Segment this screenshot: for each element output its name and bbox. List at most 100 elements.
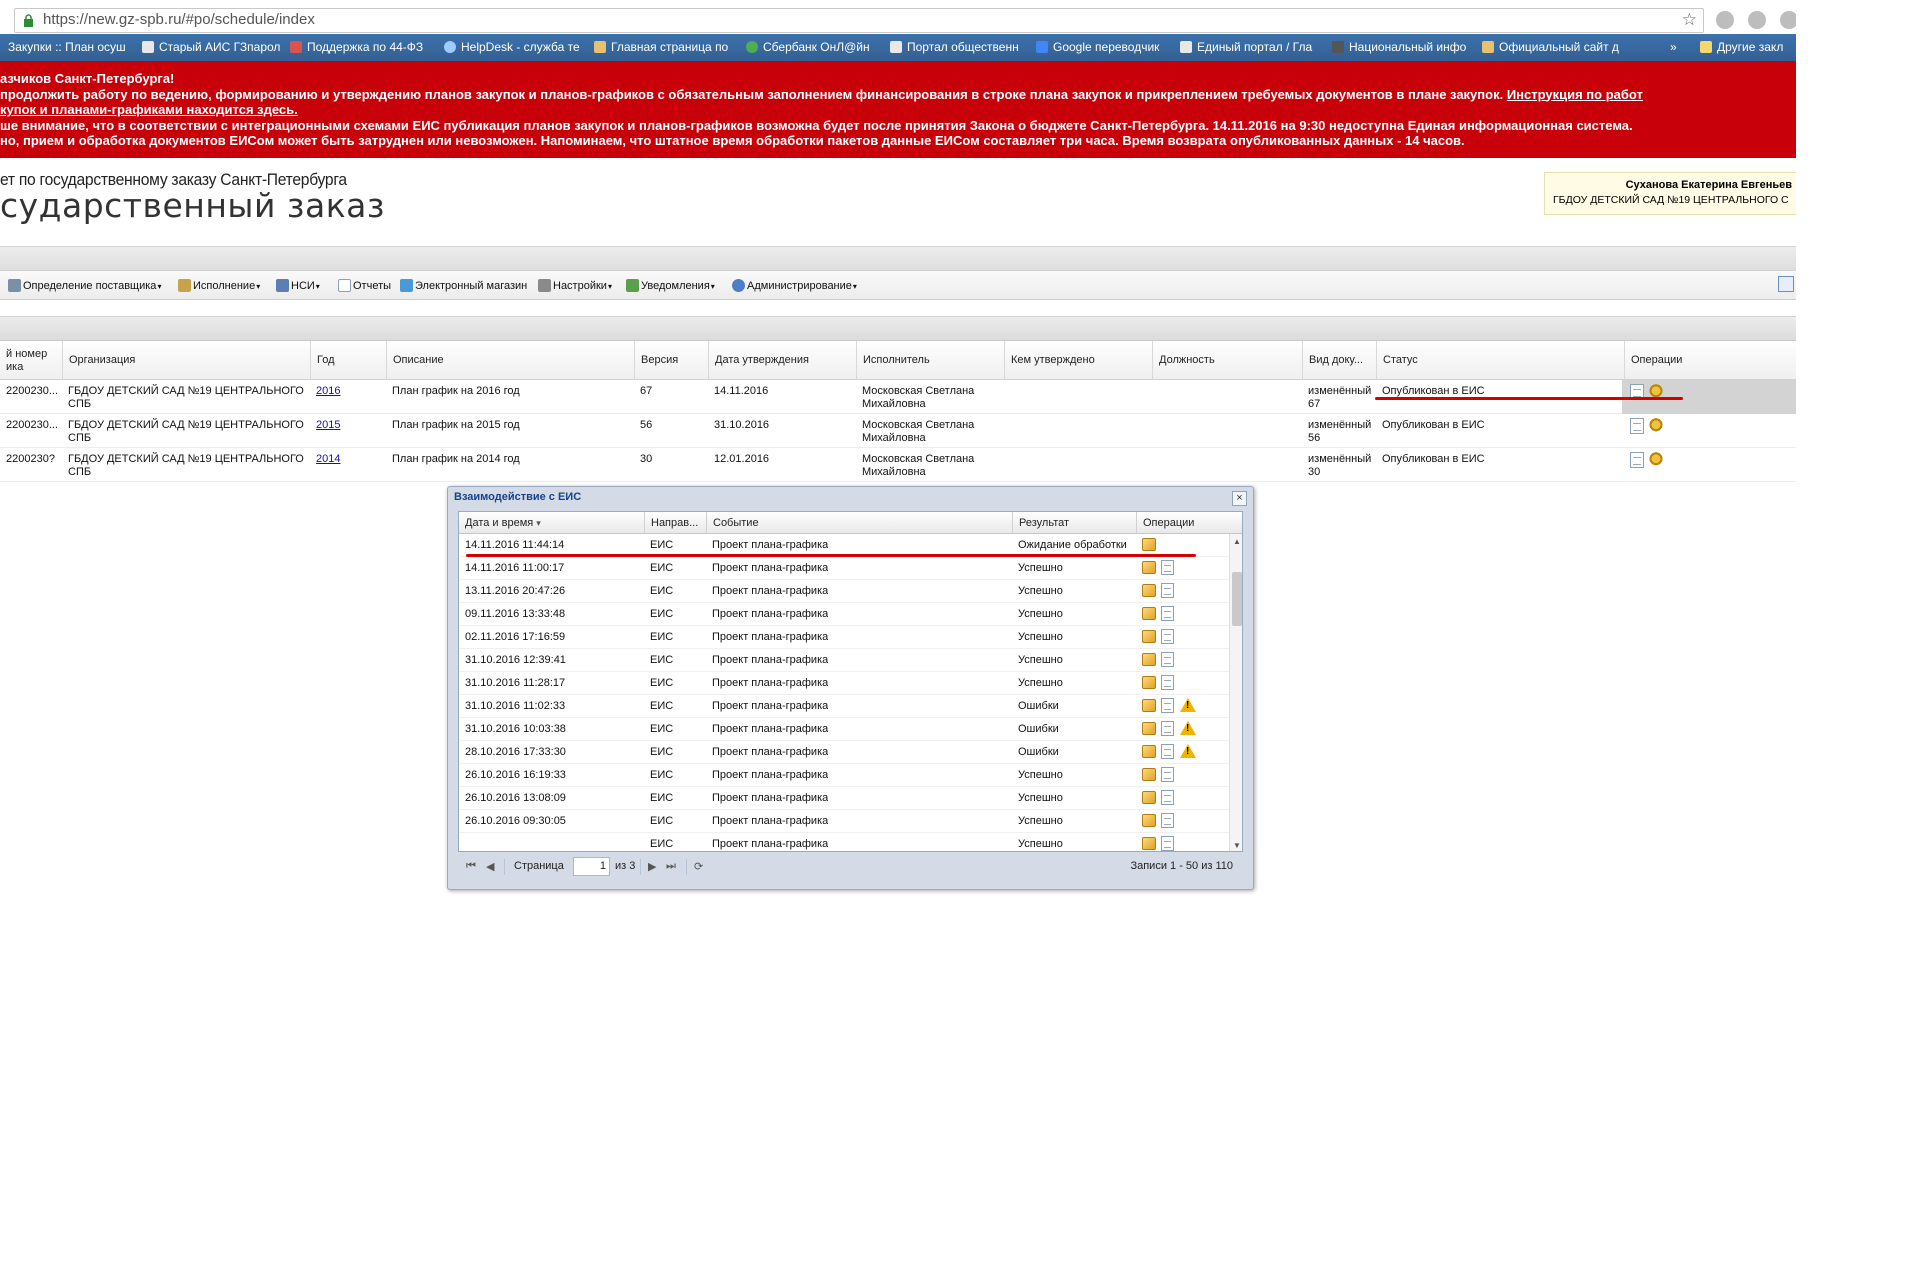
address-bar[interactable]: https://new.gz-spb.ru/#po/schedule/index… <box>14 8 1704 33</box>
list-item[interactable]: 31.10.2016 11:28:17 ЕИС Проект плана-графи… <box>459 672 1229 695</box>
column-header-result[interactable]: Результат <box>1012 512 1136 534</box>
package-icon[interactable] <box>1142 584 1156 597</box>
year-link[interactable]: 2016 <box>316 385 340 397</box>
document-icon[interactable] <box>1161 767 1174 782</box>
column-header-year[interactable]: Год <box>310 341 386 380</box>
emblem-icon[interactable] <box>1649 452 1663 467</box>
extension-icon[interactable] <box>1748 11 1766 29</box>
column-header-status[interactable]: Статус <box>1376 341 1624 380</box>
bookmark-item[interactable]: Закупки :: План осуш <box>8 40 126 54</box>
profile-icon[interactable] <box>1780 11 1796 29</box>
document-icon[interactable] <box>1161 790 1174 805</box>
list-item[interactable]: 28.10.2016 17:33:30 ЕИС Проект плана-графи… <box>459 741 1229 764</box>
package-icon[interactable] <box>1142 768 1156 781</box>
column-header-organization[interactable]: Организация <box>62 341 310 380</box>
bookmark-item[interactable]: Портал общественн <box>890 40 1019 54</box>
bookmark-star-icon[interactable]: ☆ <box>1682 10 1697 30</box>
menu-notifications[interactable]: Уведомления▾ <box>626 279 715 292</box>
package-icon[interactable] <box>1142 538 1156 551</box>
column-header-version[interactable]: Версия <box>634 341 708 380</box>
bookmark-item[interactable]: Google переводчик <box>1036 40 1159 54</box>
column-header-doc-type[interactable]: Вид доку... <box>1302 341 1376 380</box>
list-item[interactable]: 09.11.2016 13:33:48 ЕИС Проект плана-графи… <box>459 603 1229 626</box>
package-icon[interactable] <box>1142 607 1156 620</box>
menu-settings[interactable]: Настройки▾ <box>538 279 612 292</box>
next-page-icon[interactable]: ▶ <box>648 860 656 873</box>
document-icon[interactable] <box>1161 652 1174 667</box>
document-icon[interactable] <box>1161 560 1174 575</box>
column-header-position[interactable]: Должность <box>1152 341 1302 380</box>
package-icon[interactable] <box>1142 630 1156 643</box>
prev-page-icon[interactable]: ◀ <box>486 860 494 873</box>
table-row[interactable]: 2200230? ГБДОУ ДЕТСКИЙ САД №19 ЦЕНТРАЛЬН… <box>0 448 1796 482</box>
last-page-icon[interactable]: ⏭ <box>666 860 676 873</box>
year-link[interactable]: 2014 <box>316 453 340 465</box>
bookmark-item[interactable]: Сбербанк ОнЛ@йн <box>746 40 870 54</box>
package-icon[interactable] <box>1142 653 1156 666</box>
bookmark-item[interactable]: Поддержка по 44-ФЗ <box>290 40 423 54</box>
table-row[interactable]: 2200230... ГБДОУ ДЕТСКИЙ САД №19 ЦЕНТРАЛ… <box>0 414 1796 448</box>
document-icon[interactable] <box>1161 675 1174 690</box>
document-icon[interactable] <box>1161 836 1174 851</box>
column-header-direction[interactable]: Направ... <box>644 512 706 534</box>
scroll-up-icon[interactable]: ▲ <box>1233 537 1241 546</box>
warning-icon[interactable] <box>1180 744 1196 758</box>
document-icon[interactable] <box>1161 606 1174 621</box>
bookmarks-more-button[interactable]: » <box>1670 40 1677 54</box>
list-item[interactable]: 26.10.2016 13:08:09 ЕИС Проект плана-графи… <box>459 787 1229 810</box>
document-icon[interactable] <box>1161 721 1174 736</box>
document-icon[interactable] <box>1630 418 1644 434</box>
menu-nsi[interactable]: НСИ▾ <box>276 279 320 292</box>
close-icon[interactable]: × <box>1232 491 1247 506</box>
document-icon[interactable] <box>1161 813 1174 828</box>
list-item[interactable]: 02.11.2016 17:16:59 ЕИС Проект плана-графи… <box>459 626 1229 649</box>
column-header-datetime[interactable]: Дата и время ▾ <box>459 512 644 534</box>
menu-supplier-selection[interactable]: Определение поставщика▾ <box>8 279 161 292</box>
column-header-event[interactable]: Событие <box>706 512 1012 534</box>
column-header-operations[interactable]: Операции <box>1136 512 1229 534</box>
package-icon[interactable] <box>1142 837 1156 850</box>
list-item[interactable]: 31.10.2016 11:02:33 ЕИС Проект плана-графи… <box>459 695 1229 718</box>
package-icon[interactable] <box>1142 676 1156 689</box>
export-icon[interactable] <box>1778 276 1794 292</box>
package-icon[interactable] <box>1142 561 1156 574</box>
warning-icon[interactable] <box>1180 721 1196 735</box>
document-icon[interactable] <box>1161 744 1174 759</box>
list-item[interactable]: 31.10.2016 10:03:38 ЕИС Проект плана-графи… <box>459 718 1229 741</box>
package-icon[interactable] <box>1142 745 1156 758</box>
list-item[interactable]: 26.10.2016 09:30:05 ЕИС Проект плана-графи… <box>459 810 1229 833</box>
vertical-scrollbar[interactable]: ▲ ▼ <box>1229 534 1242 851</box>
list-item[interactable]: 13.11.2016 20:47:26 ЕИС Проект плана-графи… <box>459 580 1229 603</box>
column-header-approved-by[interactable]: Кем утверждено <box>1004 341 1152 380</box>
other-bookmarks[interactable]: Другие закл <box>1700 40 1783 54</box>
bookmark-item[interactable]: Официальный сайт д <box>1482 40 1619 54</box>
scroll-down-icon[interactable]: ▼ <box>1233 841 1241 850</box>
bookmark-item[interactable]: Национальный инфо <box>1332 40 1466 54</box>
bookmark-item[interactable]: HelpDesk - служба те <box>444 40 580 54</box>
extension-icon[interactable] <box>1716 11 1734 29</box>
menu-execution[interactable]: Исполнение▾ <box>178 279 260 292</box>
menu-reports[interactable]: Отчеты <box>338 279 391 292</box>
document-icon[interactable] <box>1161 629 1174 644</box>
column-header-operations[interactable]: Операции <box>1624 341 1796 380</box>
column-header-number[interactable]: й номер ика <box>0 341 62 380</box>
first-page-icon[interactable]: ⏮ <box>466 860 476 873</box>
column-header-executor[interactable]: Исполнитель <box>856 341 1004 380</box>
list-item[interactable]: ЕИС Проект плана-графика Успешно <box>459 833 1229 851</box>
document-icon[interactable] <box>1630 452 1644 468</box>
bookmark-item[interactable]: Единый портал / Гла <box>1180 40 1312 54</box>
refresh-icon[interactable]: ⟳ <box>694 860 703 873</box>
list-item[interactable]: 31.10.2016 12:39:41 ЕИС Проект плана-графи… <box>459 649 1229 672</box>
column-header-approval-date[interactable]: Дата утверждения <box>708 341 856 380</box>
package-icon[interactable] <box>1142 722 1156 735</box>
menu-administration[interactable]: Администрирование▾ <box>732 279 857 292</box>
page-input[interactable]: 1 <box>573 857 610 876</box>
list-item[interactable]: 14.11.2016 11:00:17 ЕИС Проект плана-графи… <box>459 557 1229 580</box>
warning-icon[interactable] <box>1180 698 1196 712</box>
bookmark-item[interactable]: Главная страница по <box>594 40 728 54</box>
package-icon[interactable] <box>1142 814 1156 827</box>
bookmark-item[interactable]: Старый АИС ГЗпарол <box>142 40 280 54</box>
year-link[interactable]: 2015 <box>316 419 340 431</box>
document-icon[interactable] <box>1161 583 1174 598</box>
menu-eshop[interactable]: Электронный магазин <box>400 279 527 292</box>
